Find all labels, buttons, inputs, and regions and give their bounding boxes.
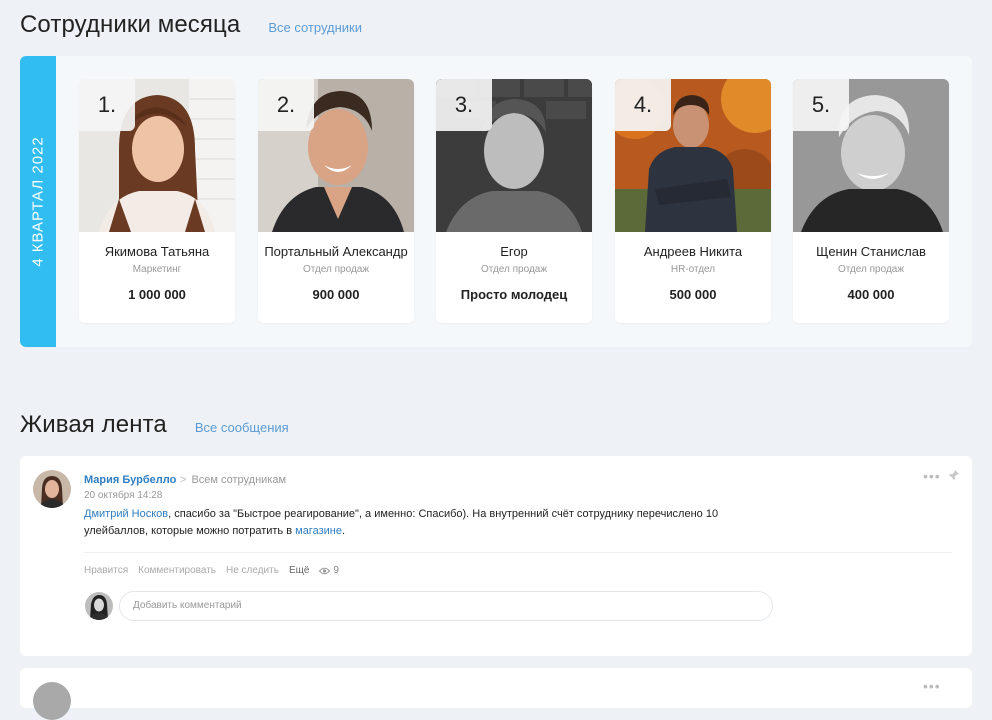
rank-badge: 3. — [436, 79, 492, 131]
post-date: 20 октября 14:28 — [84, 490, 163, 501]
employee-card[interactable]: 5. Щенин Станислав Отдел продаж 400 000 — [793, 79, 949, 323]
comment-input[interactable]: Добавить комментарий — [119, 591, 773, 621]
employees-section-header: Сотрудники месяца Все сотрудники — [20, 11, 362, 39]
employee-name: Егор — [500, 244, 528, 259]
employee-name: Андреев Никита — [643, 244, 743, 259]
rank-badge: 4. — [615, 79, 671, 131]
quarter-label: 4 КВАРТАЛ 2022 — [29, 136, 47, 267]
employee-department: Отдел продаж — [837, 264, 905, 275]
post-audience[interactable]: > Всем сотрудникам — [180, 474, 286, 486]
employees-section-title: Сотрудники месяца — [20, 11, 241, 38]
employee-department: Маркетинг — [132, 264, 182, 275]
rank-badge: 1. — [79, 79, 135, 131]
post-text: Дмитрий Носков, спасибо за "Быстрое реаг… — [84, 506, 784, 540]
comment-button[interactable]: Комментировать — [138, 565, 216, 576]
feed-section-header: Живая лента Все сообщения — [20, 411, 289, 439]
quarter-strip: 4 КВАРТАЛ 2022 — [20, 56, 56, 347]
employee-score: 1 000 000 — [128, 287, 186, 302]
post-actions: Нравится Комментировать Не следить Ещё 9 — [84, 565, 339, 576]
employee-score: 500 000 — [669, 287, 717, 302]
employee-card[interactable]: 1. Якимова Татьяна Маркетинг 1 000 000 — [79, 79, 235, 323]
post-text-end: . — [341, 525, 346, 537]
post-audience-label: Всем сотрудникам — [191, 474, 287, 486]
feed-section-title: Живая лента — [20, 411, 167, 438]
more-options-icon[interactable]: ••• — [923, 678, 941, 694]
views-count: 9 — [333, 565, 339, 576]
employee-score: 900 000 — [312, 287, 360, 302]
current-user-avatar — [85, 592, 113, 620]
mention-link[interactable]: Дмитрий Носков — [84, 508, 168, 520]
author-avatar[interactable] — [33, 470, 71, 508]
post-author-link[interactable]: Мария Бурбелло — [84, 474, 176, 486]
employee-department: Отдел продаж — [480, 264, 548, 275]
all-messages-link[interactable]: Все сообщения — [195, 420, 289, 435]
rank-badge: 5. — [793, 79, 849, 131]
employee-card[interactable]: 2. Портальный Александр Отдел продаж 900… — [258, 79, 414, 323]
employee-card[interactable]: 3. Егор Отдел продаж Просто молодец — [436, 79, 592, 323]
chevron-right-icon: > — [180, 474, 187, 486]
pin-icon[interactable] — [948, 468, 960, 486]
employee-score: 400 000 — [847, 287, 895, 302]
post-text-body: , спасибо за "Быстрое реагирование", а и… — [84, 508, 719, 537]
employee-card[interactable]: 4. Андреев Никита HR-отдел 500 000 — [615, 79, 771, 323]
unfollow-button[interactable]: Не следить — [226, 565, 279, 576]
employee-score: Просто молодец — [460, 287, 568, 302]
employee-name: Портальный Александр — [264, 244, 408, 259]
employees-of-month-panel: 4 КВАРТАЛ 2022 1. Якимова Татьяна Маркет — [20, 56, 972, 347]
employee-name: Щенин Станислав — [816, 244, 926, 259]
eye-icon — [319, 567, 331, 574]
shop-link[interactable]: магазине — [295, 525, 342, 537]
employee-name: Якимова Татьяна — [104, 244, 210, 259]
views-counter: 9 — [319, 565, 339, 576]
rank-badge: 2. — [258, 79, 314, 131]
feed-post: Мария Бурбелло > Всем сотрудникам 20 окт… — [20, 456, 972, 656]
all-employees-link[interactable]: Все сотрудники — [268, 20, 362, 35]
more-options-icon[interactable]: ••• — [923, 468, 941, 484]
post-divider — [84, 552, 952, 553]
like-button[interactable]: Нравится — [84, 565, 128, 576]
feed-post-next: ••• — [20, 668, 972, 720]
more-button[interactable]: Ещё — [289, 565, 309, 576]
employee-department: Отдел продаж — [302, 264, 370, 275]
employee-department: HR-отдел — [670, 264, 716, 275]
